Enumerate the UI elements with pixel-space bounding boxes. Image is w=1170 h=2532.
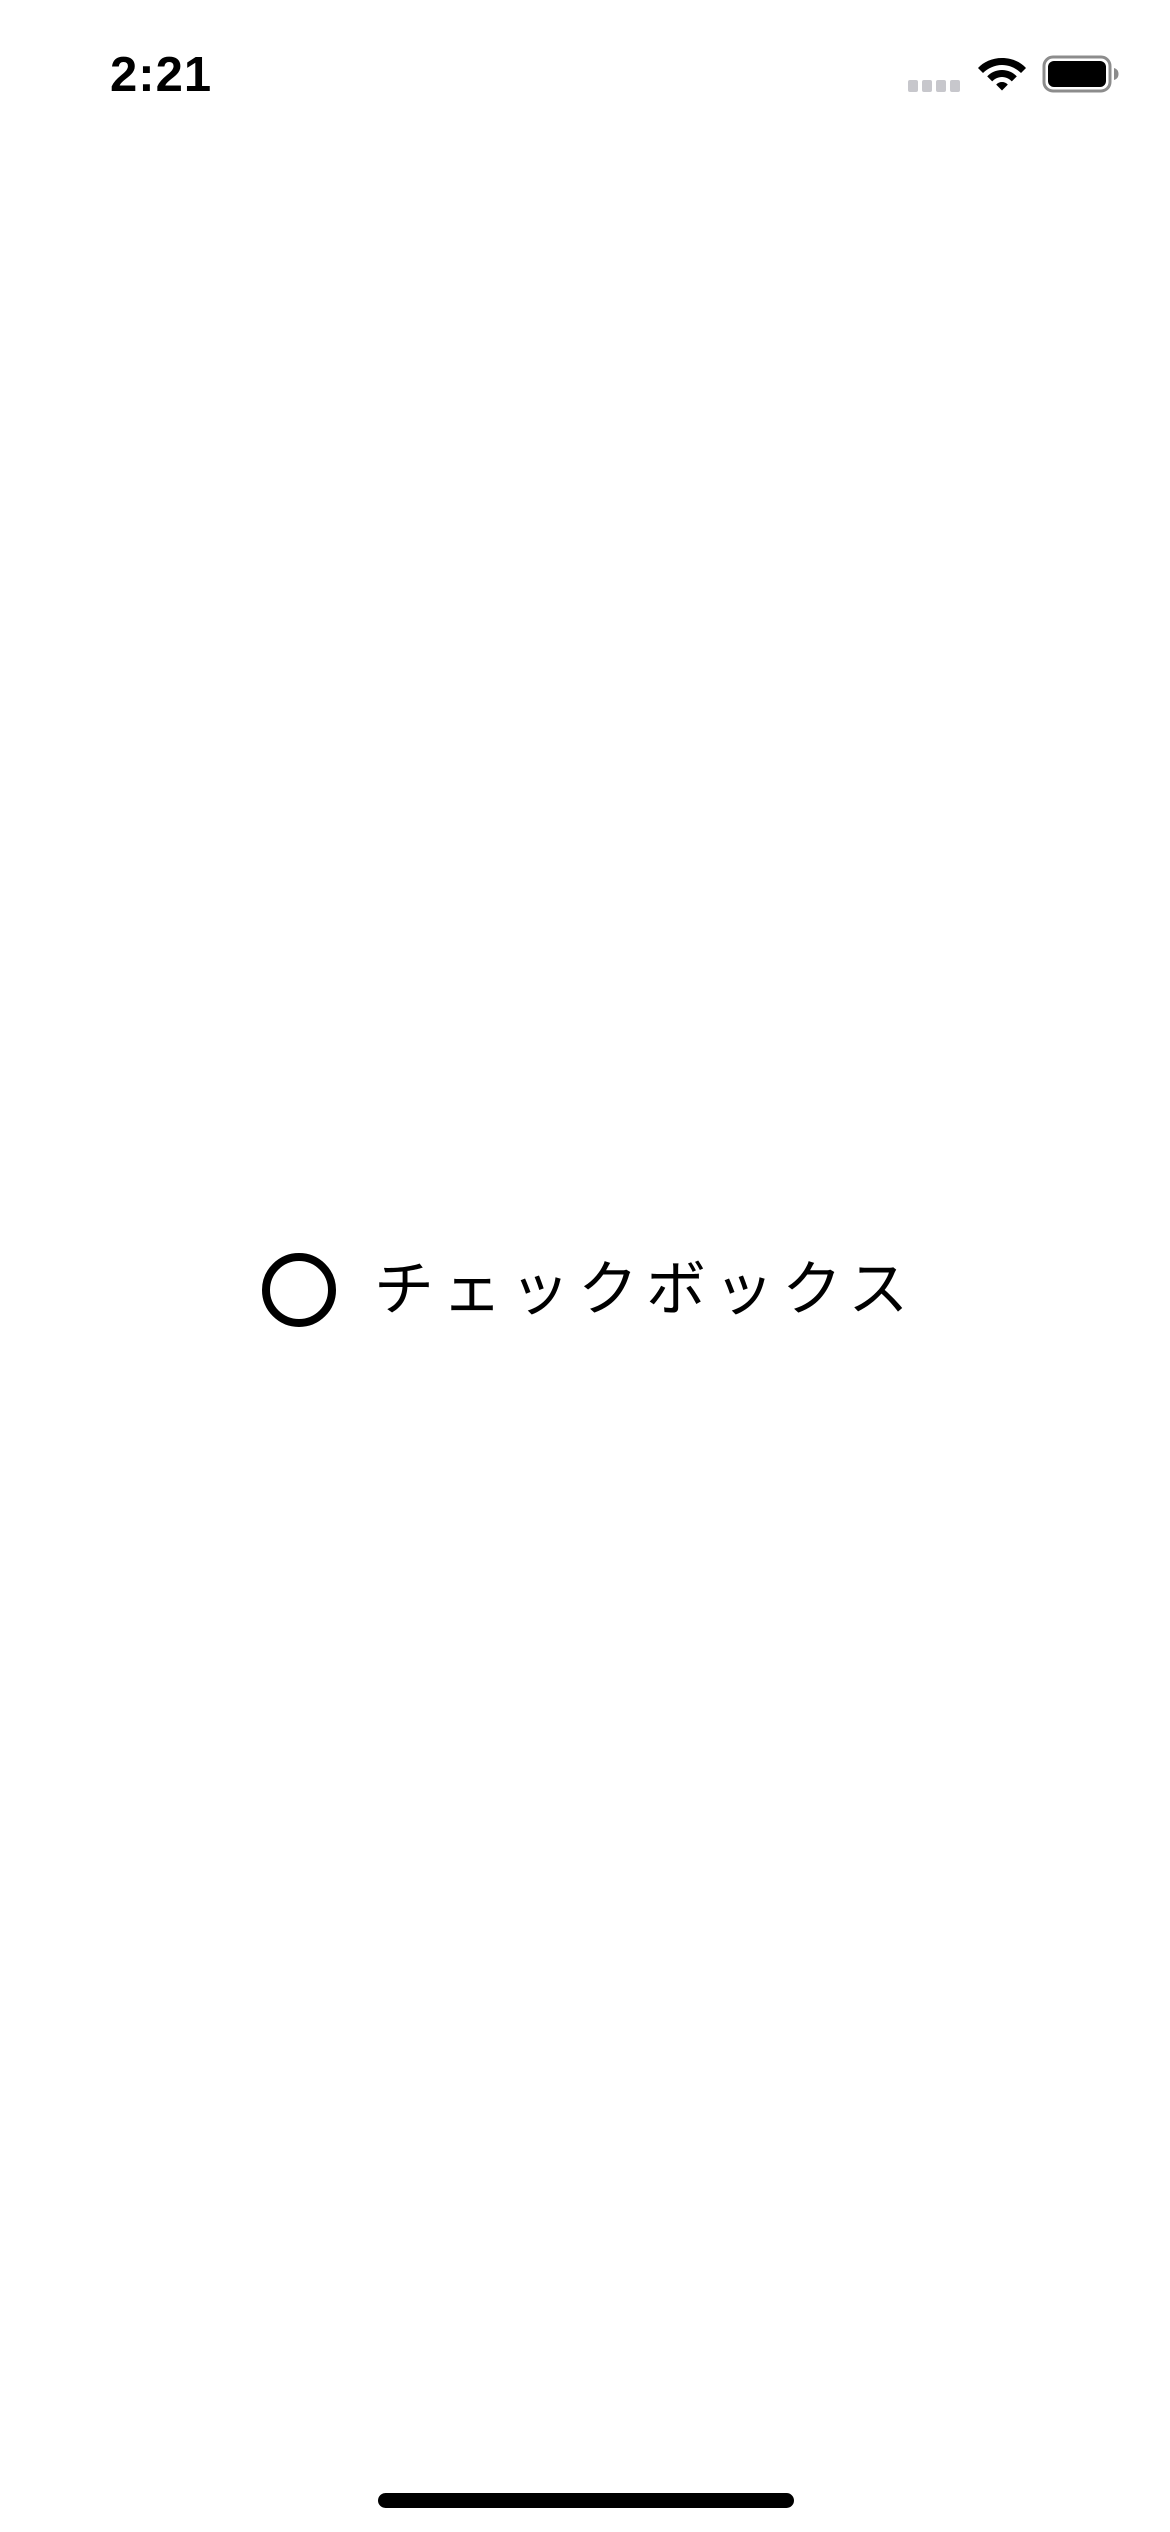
status-time: 2:21 [110,48,213,102]
checkbox-circle-icon[interactable] [262,1253,336,1327]
checkbox-label[interactable]: チェックボックス [374,1250,916,1330]
checkbox[interactable]: チェックボックス [262,1245,916,1335]
status-bar: 2:21 [0,0,1170,140]
home-indicator[interactable] [378,2493,794,2508]
signal-icon [908,80,960,92]
battery-icon [1042,55,1119,93]
wifi-icon [978,58,1026,91]
